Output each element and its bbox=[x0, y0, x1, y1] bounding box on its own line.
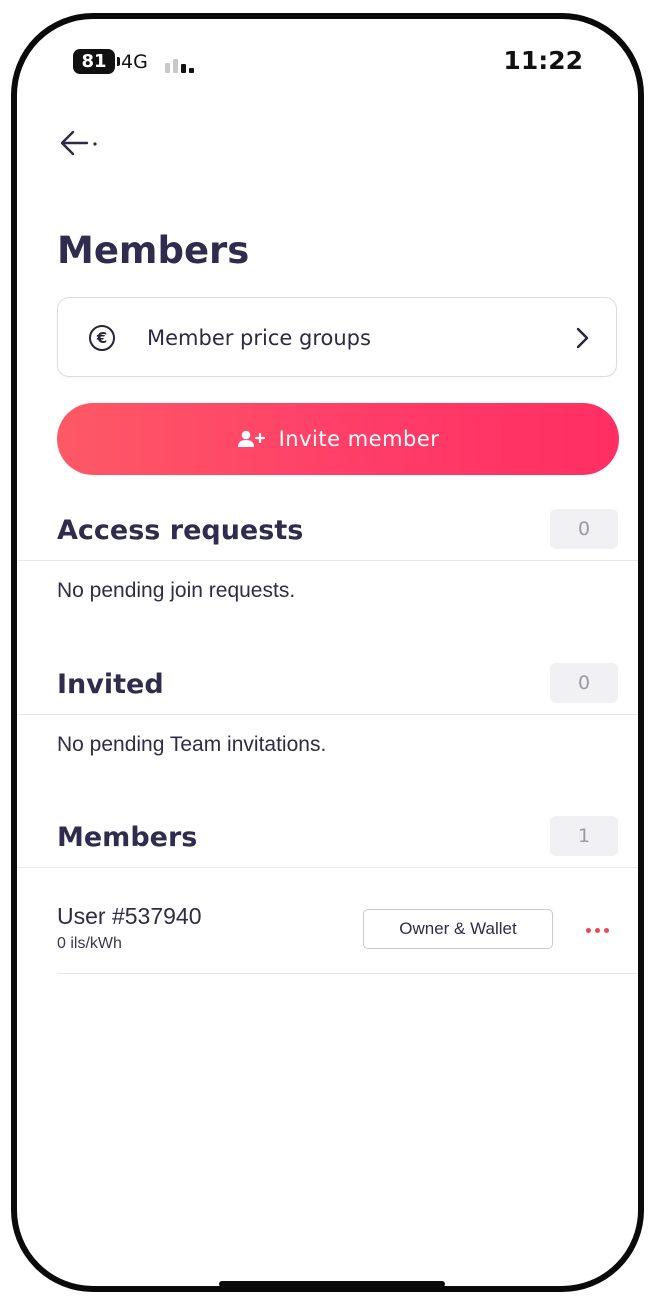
member-name: User #537940 bbox=[57, 903, 202, 929]
invited-header: Invited 0 bbox=[17, 661, 638, 713]
access-requests-title: Access requests bbox=[57, 515, 304, 546]
member-price-groups-label: Member price groups bbox=[147, 326, 371, 350]
page-title: Members bbox=[57, 229, 250, 272]
phone-frame: 81 4G 11:22 Members € Member price group… bbox=[11, 13, 644, 1292]
member-list-item: User #537940 0 ils/kWh Owner & Wallet bbox=[17, 895, 638, 975]
invited-title: Invited bbox=[57, 669, 164, 700]
members-header: Members 1 bbox=[17, 814, 638, 866]
divider bbox=[57, 973, 638, 974]
home-indicator[interactable] bbox=[219, 1281, 445, 1286]
member-rate: 0 ils/kWh bbox=[57, 935, 122, 952]
members-count-badge: 1 bbox=[550, 816, 618, 856]
invited-count-badge: 0 bbox=[550, 663, 618, 703]
battery-level: 81 bbox=[81, 51, 107, 72]
access-requests-count-badge: 0 bbox=[550, 509, 618, 549]
divider bbox=[17, 714, 638, 715]
access-requests-header: Access requests 0 bbox=[17, 507, 638, 559]
member-price-groups-card[interactable]: € Member price groups bbox=[57, 297, 617, 377]
chevron-right-icon bbox=[576, 327, 589, 349]
status-bar: 81 4G 11:22 bbox=[17, 19, 638, 99]
euro-circle-icon: € bbox=[89, 325, 115, 351]
network-type: 4G bbox=[121, 51, 148, 73]
invite-member-label: Invite member bbox=[278, 427, 440, 451]
signal-strength-icon bbox=[165, 53, 205, 73]
arrow-left-icon bbox=[60, 130, 97, 156]
battery-indicator: 81 bbox=[73, 49, 120, 74]
back-button[interactable] bbox=[57, 119, 113, 167]
invited-empty-text: No pending Team invitations. bbox=[57, 733, 327, 756]
more-options-button[interactable] bbox=[577, 915, 617, 945]
divider bbox=[17, 560, 638, 561]
divider bbox=[17, 867, 638, 868]
member-role-chip[interactable]: Owner & Wallet bbox=[363, 909, 553, 949]
add-user-icon bbox=[237, 430, 265, 447]
access-requests-empty-text: No pending join requests. bbox=[57, 579, 296, 602]
more-dots-icon bbox=[585, 927, 591, 933]
members-title: Members bbox=[57, 822, 198, 853]
status-time: 11:22 bbox=[503, 46, 583, 75]
invite-member-button[interactable]: Invite member bbox=[57, 403, 619, 475]
